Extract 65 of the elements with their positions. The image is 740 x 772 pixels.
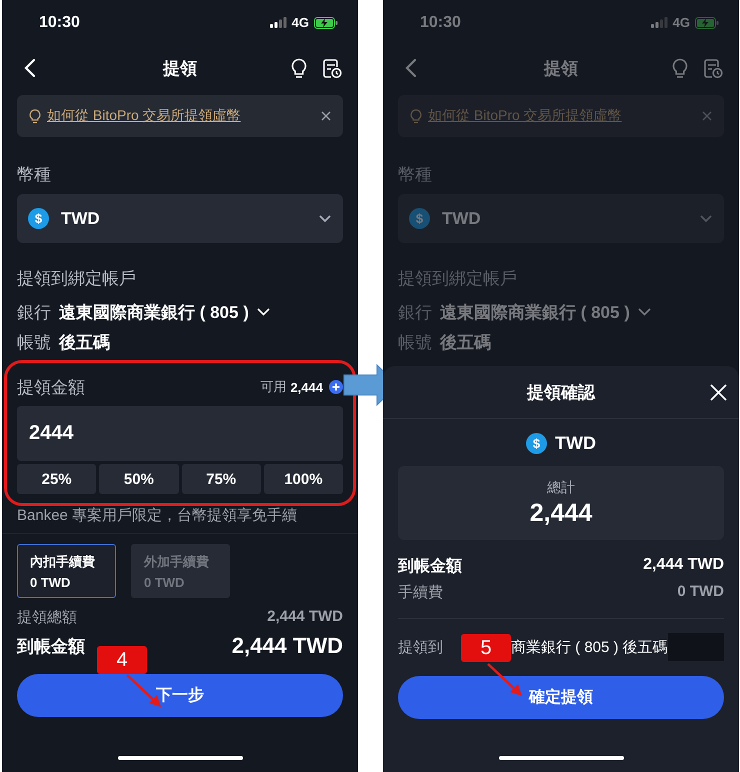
destination-label: 提領到 [398, 638, 443, 656]
summary-label: 到帳金額 [17, 636, 85, 658]
field-label: 幣種 [398, 164, 433, 186]
section-label: 提領到綁定帳戶 [398, 268, 518, 290]
promo-text: Bankee 專案用戶限定，台幣提領享免手續 [17, 506, 298, 526]
amount-input[interactable]: 2444 [17, 406, 343, 461]
network-label: 4G [672, 15, 690, 30]
signal-icon [650, 17, 668, 28]
currency-select[interactable]: $ TWD [398, 194, 724, 243]
field-label: 提領金額 [17, 376, 85, 398]
status-time: 10:30 [39, 14, 80, 32]
fee-option[interactable]: 內扣手續費 0 TWD [17, 544, 116, 598]
summary-value: 2,444 TWD [232, 633, 343, 659]
chevron-down-icon [700, 214, 712, 222]
available-label: 可用 [260, 378, 286, 396]
chevron-down-icon[interactable] [256, 308, 270, 316]
percent-button[interactable]: 25% [17, 464, 96, 494]
lightbulb-icon [410, 108, 422, 124]
dollar-coin-icon: $ [28, 208, 49, 229]
page-title: 提領 [544, 58, 578, 80]
total-label: 總計 [547, 478, 575, 496]
bank-label: 銀行 [398, 302, 432, 324]
account-label: 帳號 [17, 332, 51, 354]
next-button[interactable]: 下一步 [17, 674, 343, 717]
lightbulb-icon [29, 108, 41, 124]
detail-label: 到帳金額 [398, 556, 462, 577]
detail-value: 2,444 TWD [643, 556, 724, 575]
signal-icon [270, 17, 287, 28]
total-amount: 2,444 [530, 498, 592, 528]
bank-name[interactable]: 遠東國際商業銀行 ( 805 ) [59, 300, 249, 324]
section-label: 提領到綁定帳戶 [17, 268, 137, 290]
step-badge: 5 [461, 634, 511, 662]
currency-code: TWD [555, 433, 596, 454]
bank-name[interactable]: 遠東國際商業銀行 ( 805 ) [440, 300, 630, 324]
lightbulb-icon[interactable] [291, 58, 307, 78]
network-label: 4G [292, 15, 309, 30]
detail-value: 0 TWD [677, 583, 724, 602]
help-link[interactable]: 如何從 BitoPro 交易所提領虛幣 [47, 107, 241, 125]
account-number: 後五碼 [59, 332, 110, 354]
available-amount: 2,444 [290, 380, 323, 394]
destination-text: 商業銀行 ( 805 ) 後五碼 [511, 638, 668, 656]
step-badge: 4 [97, 646, 147, 674]
status-time: 10:30 [420, 14, 461, 32]
dollar-coin-icon: $ [526, 433, 547, 454]
field-label: 幣種 [17, 164, 52, 186]
sheet-title: 提領確認 [527, 382, 595, 404]
account-number: 後五碼 [440, 332, 491, 354]
detail-label: 手續費 [398, 583, 443, 602]
summary-value: 2,444 TWD [267, 608, 343, 627]
confirm-button[interactable]: 確定提領 [398, 676, 724, 719]
battery-charging-icon [695, 16, 719, 28]
back-icon[interactable] [24, 58, 36, 78]
percent-button[interactable]: 100% [264, 464, 343, 494]
chevron-down-icon [319, 214, 331, 222]
page-title: 提領 [163, 58, 197, 80]
history-icon[interactable] [322, 58, 342, 78]
bank-label: 銀行 [17, 302, 51, 324]
summary-label: 提領總額 [17, 608, 77, 627]
percent-button[interactable]: 75% [182, 464, 261, 494]
battery-charging-icon [314, 16, 338, 28]
currency-select[interactable]: $ TWD [17, 194, 343, 243]
account-label: 帳號 [398, 332, 432, 354]
plus-circle-icon[interactable] [329, 380, 343, 394]
dollar-coin-icon: $ [409, 208, 430, 229]
percent-button[interactable]: 50% [99, 464, 178, 494]
